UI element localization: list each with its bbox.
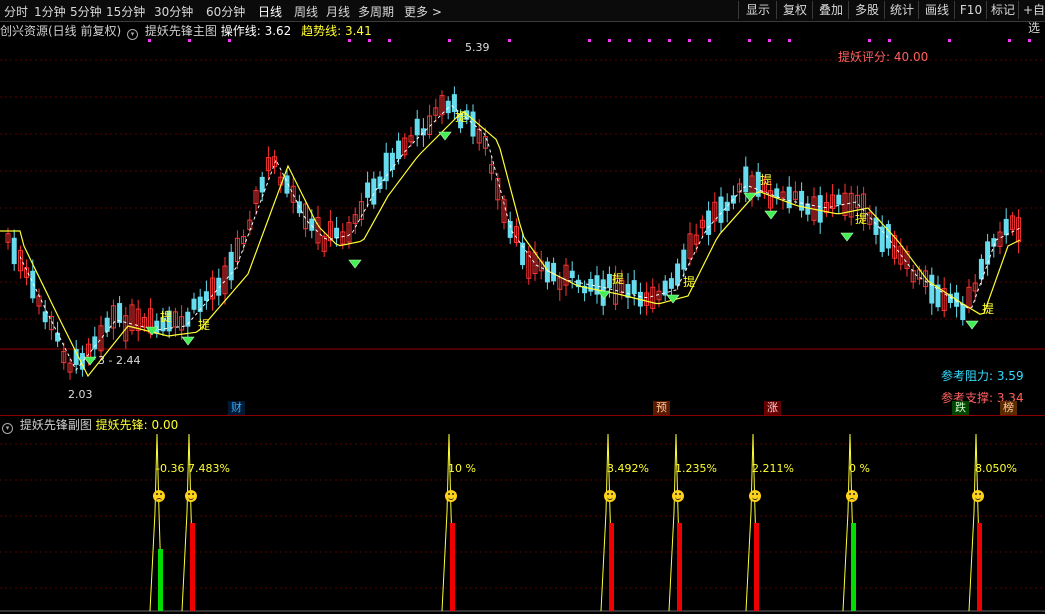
timeframe-tab[interactable]: 15分钟 — [106, 3, 145, 20]
signal-value-label: -0.36 — [156, 462, 185, 475]
score-label: 提妖评分: 40.00 — [838, 50, 929, 64]
op-line-label: 操作线: — [220, 24, 261, 38]
smile-icon — [604, 490, 616, 502]
svg-text:3 - 2.44: 3 - 2.44 — [98, 354, 140, 367]
signal-value-label: 3.492% — [607, 462, 649, 475]
smile-icon — [972, 490, 984, 502]
trend-line-label: 趋势线: — [301, 24, 342, 38]
op-line-value: 3.62 — [264, 24, 292, 38]
sub-indicator-chart[interactable] — [0, 432, 1045, 614]
smile-icon — [445, 490, 457, 502]
frown-icon — [846, 490, 858, 502]
event-tag[interactable]: 财 — [228, 401, 245, 415]
signal-value-label: 10 % — [448, 462, 476, 475]
toolbar-button[interactable]: 标记 — [986, 1, 1019, 19]
toolbar-button[interactable]: 画线 — [918, 1, 955, 19]
timeframe-tab[interactable]: 更多 > — [404, 3, 442, 20]
signal-value-label: 7.483% — [188, 462, 230, 475]
timeframe-tab[interactable]: 月线 — [326, 3, 350, 20]
svg-text:提: 提 — [160, 309, 172, 324]
timeframe-tab[interactable]: 30分钟 — [154, 3, 193, 20]
smile-icon — [185, 490, 197, 502]
toolbar-button[interactable]: +自选 — [1018, 1, 1045, 35]
toolbar-button[interactable]: 统计 — [884, 1, 919, 19]
candlestick-chart[interactable]: 5.392.033 - 2.44提提提提 提提提提 — [0, 38, 1045, 415]
sub-indicator-value: 0.00 — [151, 418, 179, 432]
timeframe-tab[interactable]: 周线 — [294, 3, 318, 20]
svg-text:提: 提 — [982, 301, 994, 316]
main-title-bar: 创兴资源(日线 前复权) ▾ 提妖先锋主图 操作线: 3.62 趋势线: 3.4… — [0, 22, 372, 40]
timeframe-tab[interactable]: 60分钟 — [206, 3, 245, 20]
svg-text:5.39: 5.39 — [465, 41, 490, 54]
toolbar-button[interactable]: 复权 — [776, 1, 813, 19]
toolbar-button[interactable]: F10 — [954, 1, 987, 19]
event-tag[interactable]: 跌 — [952, 401, 969, 415]
svg-text:提: 提 — [683, 274, 695, 289]
timeframe-tab[interactable]: 日线 — [258, 3, 282, 20]
timeframe-tab[interactable]: 多周期 — [358, 3, 394, 20]
svg-text:提: 提 — [198, 317, 210, 332]
indicator-name[interactable]: 提妖先锋主图 — [145, 24, 217, 38]
trend-line-value: 3.41 — [344, 24, 372, 38]
svg-text:2.03: 2.03 — [68, 388, 93, 401]
sub-title-bar: ▾ 提妖先锋副图 提妖先锋: 0.00 — [0, 416, 179, 434]
signal-value-label: 2.211% — [752, 462, 794, 475]
svg-text:提: 提 — [855, 211, 867, 226]
signal-value-label: 1.235% — [675, 462, 717, 475]
frown-icon — [153, 490, 165, 502]
signal-value-label: 8.050% — [975, 462, 1017, 475]
sub-indicator-label: 提妖先锋: — [95, 418, 148, 432]
event-tag[interactable]: 榜 — [1000, 401, 1017, 415]
stock-name: 创兴资源(日线 前复权) — [0, 24, 122, 38]
toolbar-button[interactable]: 多股 — [848, 1, 885, 19]
toolbar-button[interactable]: 叠加 — [812, 1, 849, 19]
smile-icon — [672, 490, 684, 502]
resistance-label: 参考阻力: 3.59 — [941, 369, 1024, 383]
timeframe-tab[interactable]: 分时 — [4, 3, 28, 20]
smile-icon — [749, 490, 761, 502]
svg-text:提: 提 — [455, 109, 467, 124]
event-tag[interactable]: 预 — [653, 401, 670, 415]
timeframe-tab[interactable]: 1分钟 — [34, 3, 66, 20]
timeframe-tab[interactable]: 5分钟 — [70, 3, 102, 20]
svg-text:提: 提 — [760, 172, 772, 187]
svg-text:提: 提 — [612, 271, 624, 286]
sub-indicator-name[interactable]: 提妖先锋副图 — [20, 418, 92, 432]
event-tag[interactable]: 涨 — [764, 401, 781, 415]
toolbar-button[interactable]: 显示 — [738, 1, 777, 19]
signal-value-label: 0 % — [849, 462, 870, 475]
toolbar: 分时 1分钟 5分钟 15分钟 30分钟 60分钟 日线 周线 月线 多周期 更多 > 显示 复权 叠加多… — [0, 0, 1045, 35]
